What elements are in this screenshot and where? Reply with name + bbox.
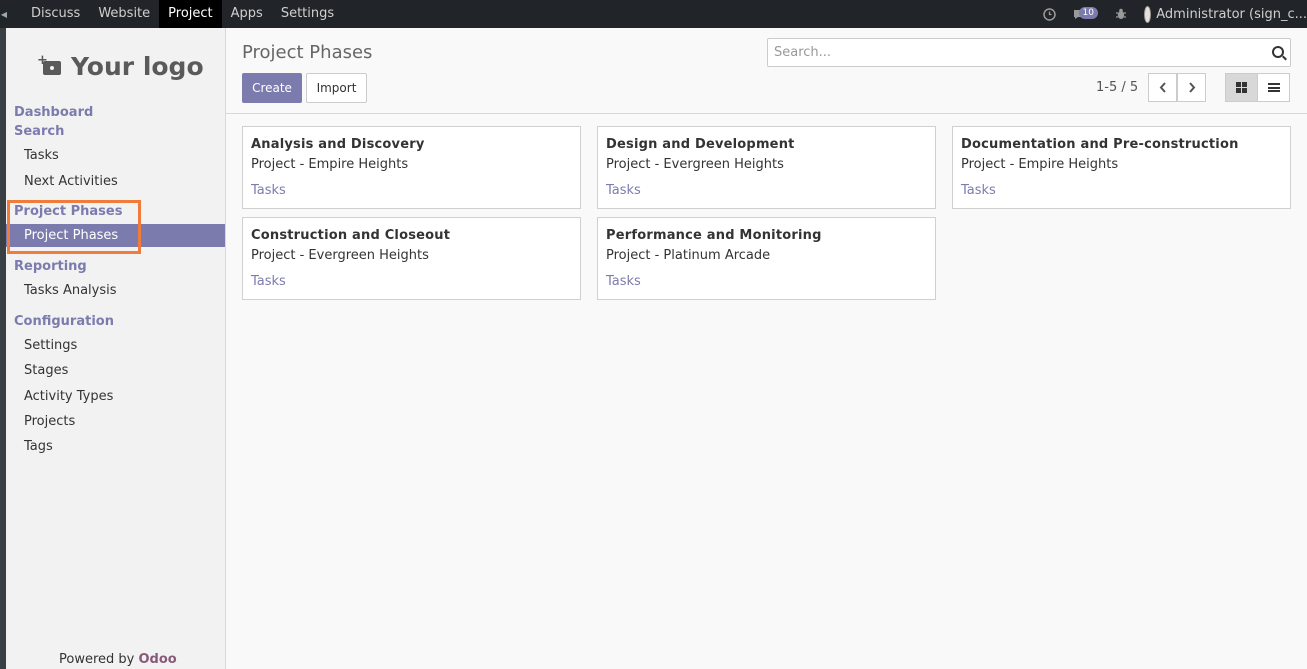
card-tasks-link[interactable]: Tasks: [251, 183, 286, 198]
kanban-card[interactable]: Construction and Closeout Project - Ever…: [242, 217, 581, 300]
menu-apps[interactable]: Apps: [222, 0, 272, 28]
sidebar-item-projects[interactable]: Projects: [24, 414, 75, 429]
caret-left-icon[interactable]: ◀: [0, 0, 8, 28]
card-title: Analysis and Discovery: [251, 137, 425, 152]
card-project: Project - Empire Heights: [251, 157, 409, 172]
odoo-link[interactable]: Odoo: [139, 652, 177, 667]
sidebar-item-tasks[interactable]: Tasks: [24, 148, 59, 163]
sidebar-item-tasks-analysis[interactable]: Tasks Analysis: [24, 283, 117, 298]
user-menu[interactable]: Administrator (sign_c...: [1144, 5, 1307, 23]
kanban-view-button[interactable]: [1225, 73, 1258, 102]
sidebar-section-project-phases[interactable]: Project Phases: [14, 204, 122, 219]
camera-icon: +: [37, 53, 61, 75]
control-panel: Project Phases Create Import 1-5 / 5: [226, 28, 1307, 114]
sidebar-section-reporting[interactable]: Reporting: [14, 259, 87, 274]
sidebar-item-settings[interactable]: Settings: [24, 338, 77, 353]
messages-icon[interactable]: 10: [1073, 6, 1098, 20]
company-logo[interactable]: + Your logo: [37, 52, 204, 81]
search-bar: [767, 38, 1291, 67]
menu-project[interactable]: Project: [159, 0, 222, 28]
top-navbar: ◀ Discuss Website Project Apps Settings …: [0, 0, 1307, 28]
card-title: Design and Development: [606, 137, 795, 152]
sidebar-item-next-activities[interactable]: Next Activities: [24, 174, 118, 189]
bug-icon[interactable]: [1115, 8, 1127, 20]
kanban-card[interactable]: Design and Development Project - Evergre…: [597, 126, 936, 209]
kanban-icon: [1236, 82, 1247, 93]
sidebar-section-dashboard[interactable]: Dashboard: [14, 105, 93, 120]
sidebar: + Your logo Dashboard Search Tasks Next …: [6, 28, 226, 669]
sidebar-section-search[interactable]: Search: [14, 124, 64, 139]
card-project: Project - Evergreen Heights: [606, 157, 784, 172]
message-count-badge: 10: [1078, 6, 1098, 19]
page-title: Project Phases: [242, 42, 373, 63]
menu-discuss[interactable]: Discuss: [22, 0, 89, 28]
card-project: Project - Empire Heights: [961, 157, 1119, 172]
menu-settings[interactable]: Settings: [272, 0, 343, 28]
user-name: Administrator (sign_c...: [1156, 6, 1307, 22]
card-title: Performance and Monitoring: [606, 228, 822, 243]
chevron-left-icon: [1159, 82, 1166, 93]
sidebar-item-stages[interactable]: Stages: [24, 363, 68, 378]
card-project: Project - Evergreen Heights: [251, 248, 429, 263]
kanban-card[interactable]: Documentation and Pre-construction Proje…: [952, 126, 1291, 209]
kanban-card[interactable]: Analysis and Discovery Project - Empire …: [242, 126, 581, 209]
list-icon: [1267, 83, 1280, 92]
menu-website[interactable]: Website: [89, 0, 159, 28]
card-tasks-link[interactable]: Tasks: [251, 274, 286, 289]
card-title: Documentation and Pre-construction: [961, 137, 1239, 152]
powered-by: Powered by Odoo: [59, 652, 177, 667]
card-tasks-link[interactable]: Tasks: [961, 183, 996, 198]
clock-icon[interactable]: [1042, 7, 1056, 21]
list-view-button[interactable]: [1257, 73, 1290, 102]
app-menu: Discuss Website Project Apps Settings: [22, 0, 343, 28]
card-tasks-link[interactable]: Tasks: [606, 274, 641, 289]
pager-previous-button[interactable]: [1148, 73, 1177, 102]
sidebar-item-activity-types[interactable]: Activity Types: [24, 389, 113, 404]
pager-value[interactable]: 1-5 / 5: [1096, 80, 1138, 95]
kanban-card[interactable]: Performance and Monitoring Project - Pla…: [597, 217, 936, 300]
systray: 10 Administrator (sign_c...: [1042, 0, 1307, 28]
avatar: [1144, 5, 1152, 23]
search-icon[interactable]: [1272, 46, 1284, 58]
chevron-right-icon: [1188, 82, 1195, 93]
create-button[interactable]: Create: [242, 73, 302, 103]
card-title: Construction and Closeout: [251, 228, 451, 243]
logo-text: Your logo: [71, 52, 204, 81]
card-tasks-link[interactable]: Tasks: [606, 183, 641, 198]
card-project: Project - Platinum Arcade: [606, 248, 771, 263]
search-input[interactable]: [768, 45, 1258, 60]
import-button[interactable]: Import: [306, 73, 367, 103]
sidebar-section-configuration[interactable]: Configuration: [14, 314, 114, 329]
pager-next-button[interactable]: [1177, 73, 1206, 102]
sidebar-item-tags[interactable]: Tags: [24, 439, 53, 454]
sidebar-item-project-phases[interactable]: Project Phases: [6, 224, 225, 247]
powered-by-label: Powered by: [59, 652, 135, 667]
